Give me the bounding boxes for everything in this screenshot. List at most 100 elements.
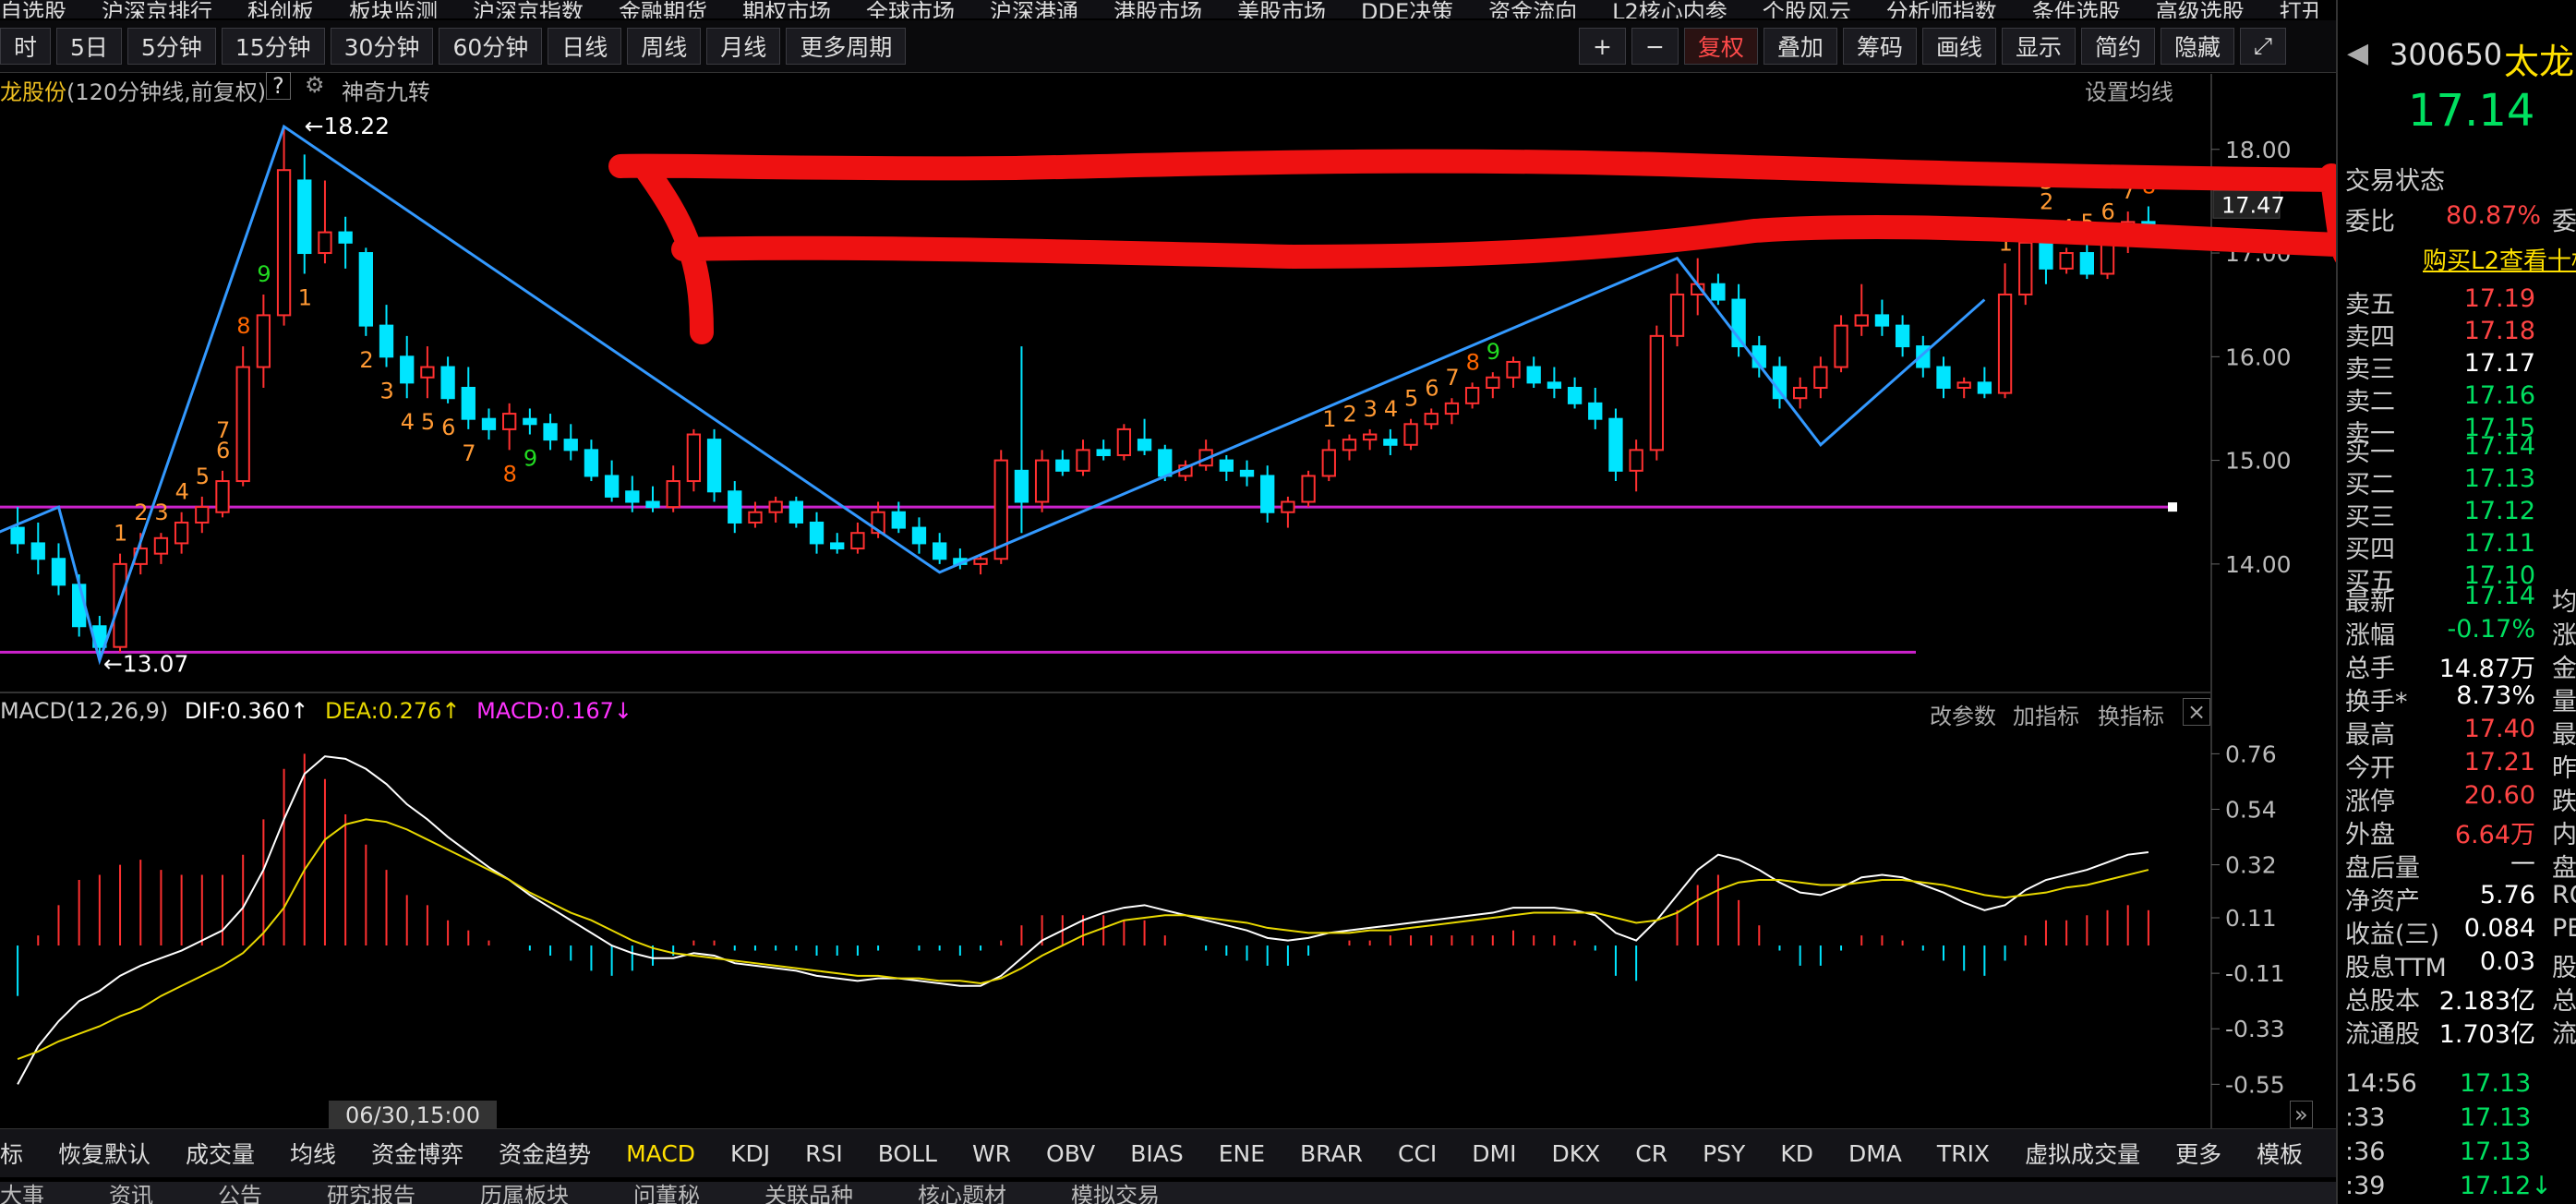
indicator-tab[interactable]: 虚拟成交量 [2025,1137,2140,1170]
candle-body [215,480,230,513]
indicator-tab[interactable]: MACD [626,1140,695,1167]
chart-area[interactable]: 18.0017.0016.0015.0014.0017.47←18.22←13.… [0,74,2336,1128]
top-nav-item[interactable]: 自选股 [0,0,66,18]
macd-param-link[interactable]: 改参数 [1930,698,1996,730]
candle-body [1096,449,1111,456]
bottom-tab[interactable]: 核心题材 [918,1182,1006,1204]
indicator-tab[interactable]: 模板 [2257,1137,2303,1170]
top-nav-item[interactable]: 港股市场 [1113,0,1202,18]
bottom-tab[interactable]: 关联品种 [764,1182,853,1204]
top-nav-item[interactable]: 期权市场 [742,0,831,18]
top-nav-item[interactable]: 沪深港通 [990,0,1078,18]
td-count-label: 4 [401,409,415,435]
indicator-tab[interactable]: TRIX [1937,1140,1990,1167]
td-count-label: 8 [1466,349,1480,375]
indicator-tab[interactable]: BIAS [1130,1140,1184,1167]
period-button[interactable]: 60分钟 [439,28,543,65]
indicator-tab[interactable]: 资金趋势 [499,1137,591,1170]
bid-row-value: 17.11 [2463,529,2535,558]
bottom-tab[interactable]: 公告 [218,1182,262,1204]
back-arrow-icon[interactable]: ◀ [2347,37,2368,69]
period-button[interactable]: 15分钟 [221,28,325,65]
stat-row-value: 17.40 [2463,715,2535,743]
period-button[interactable]: 5日 [56,28,122,65]
indicator-tab[interactable]: DKX [1552,1140,1601,1167]
top-nav-item[interactable]: 美股市场 [1237,0,1326,18]
tool-button[interactable]: 显示 [2001,28,2076,65]
indicator-tab[interactable]: 成交量 [186,1137,255,1170]
top-nav-item[interactable]: 打开 [2280,0,2317,18]
period-button[interactable]: 30分钟 [330,28,434,65]
indicator-tab[interactable]: BOLL [878,1140,937,1167]
bottom-tab[interactable]: 资讯 [109,1182,153,1204]
indicator-tab[interactable]: CCI [1398,1140,1437,1167]
indicator-tab[interactable]: 标 [0,1137,23,1170]
close-icon[interactable]: × [2183,698,2211,726]
macd-switch-link[interactable]: 换指标 [2098,698,2164,730]
top-nav-item[interactable]: 分析师指数 [1886,0,1997,18]
indicator-tab[interactable]: KDJ [730,1140,770,1167]
indicator-tab[interactable]: DMA [1848,1140,1902,1167]
indicator-tab[interactable]: RSI [805,1140,843,1167]
bottom-tab[interactable]: 模拟交易 [1071,1182,1160,1204]
bottom-tab[interactable]: 历属板块 [480,1182,569,1204]
top-nav-item[interactable]: 全球市场 [866,0,955,18]
top-nav-item[interactable]: DDE决策 [1361,0,1453,18]
candle-body [358,252,373,327]
td-count-label: 9 [257,261,271,287]
bottom-tab[interactable]: 问董秘 [633,1182,700,1204]
indicator-tab[interactable]: 更多 [2175,1137,2221,1170]
tool-button[interactable]: 画线 [1921,28,1996,65]
expand-icon[interactable]: » [2290,1101,2313,1128]
tool-button[interactable]: + [1579,28,1626,65]
indicator-tab[interactable]: 恢复默认 [58,1137,150,1170]
line-handle[interactable] [2168,502,2177,512]
top-nav-item[interactable]: 沪深京指数 [473,0,584,18]
tool-button[interactable]: 筹码 [1842,28,1917,65]
period-button[interactable]: 日线 [548,28,622,65]
macd-add-link[interactable]: 加指标 [2013,698,2079,730]
indicator-tab[interactable]: OBV [1046,1140,1095,1167]
tool-button[interactable]: 隐藏 [2161,28,2235,65]
candle-body [1813,366,1828,389]
td-count-label: 2 [359,347,373,373]
tool-button[interactable]: 复权 [1683,28,1758,65]
current-price: 17.14 [2408,85,2535,137]
period-button[interactable]: 月线 [706,28,781,65]
top-nav-item[interactable]: 个股风云 [1763,0,1851,18]
indicator-tab[interactable]: WR [972,1140,1011,1167]
indicator-tab[interactable]: PSY [1703,1140,1745,1167]
indicator-tab[interactable]: 资金博弈 [371,1137,463,1170]
period-button[interactable]: 周线 [627,28,702,65]
indicator-tab[interactable]: 均线 [290,1137,336,1170]
bottom-tab[interactable]: 研究报告 [327,1182,415,1204]
top-nav-item[interactable]: 科创板 [247,0,314,18]
indicator-tab[interactable]: KD [1780,1140,1813,1167]
indicator-tab[interactable]: BRAR [1300,1140,1363,1167]
tool-button[interactable]: 叠加 [1763,28,1837,65]
td-count-label: 6 [441,415,455,440]
tool-button[interactable]: 简约 [2080,28,2155,65]
period-button[interactable]: 更多周期 [786,28,907,65]
bottom-tab[interactable]: 大事 [0,1182,44,1204]
top-nav-item[interactable]: 沪深京排行 [102,0,212,18]
candle-body [2059,252,2074,270]
top-nav-item[interactable]: 条件选股 [2032,0,2121,18]
period-button[interactable]: 时 [0,28,52,65]
tool-button[interactable]: ⤢ [2240,28,2287,65]
candle-body [850,532,865,550]
period-button[interactable]: 5分钟 [126,28,216,65]
top-nav-item[interactable]: 资金流向 [1488,0,1577,18]
l2-upgrade-link[interactable]: 购买L2查看十档 [2423,242,2576,276]
indicator-tab[interactable]: DMI [1472,1140,1516,1167]
indicator-tab[interactable]: CR [1635,1140,1667,1167]
top-nav-item[interactable]: L2核心内参 [1612,0,1727,18]
stat-row-value: 8.73% [2456,681,2535,710]
tool-button[interactable]: − [1631,28,1679,65]
indicator-tab[interactable]: ENE [1219,1140,1265,1167]
candle-body [1997,293,2013,394]
top-nav-item[interactable]: 金融期货 [619,0,707,18]
stat-row-label: 盘后量 [2345,854,2420,883]
top-nav-item[interactable]: 板块监测 [349,0,438,18]
top-nav-item[interactable]: 高级选股 [2156,0,2245,18]
